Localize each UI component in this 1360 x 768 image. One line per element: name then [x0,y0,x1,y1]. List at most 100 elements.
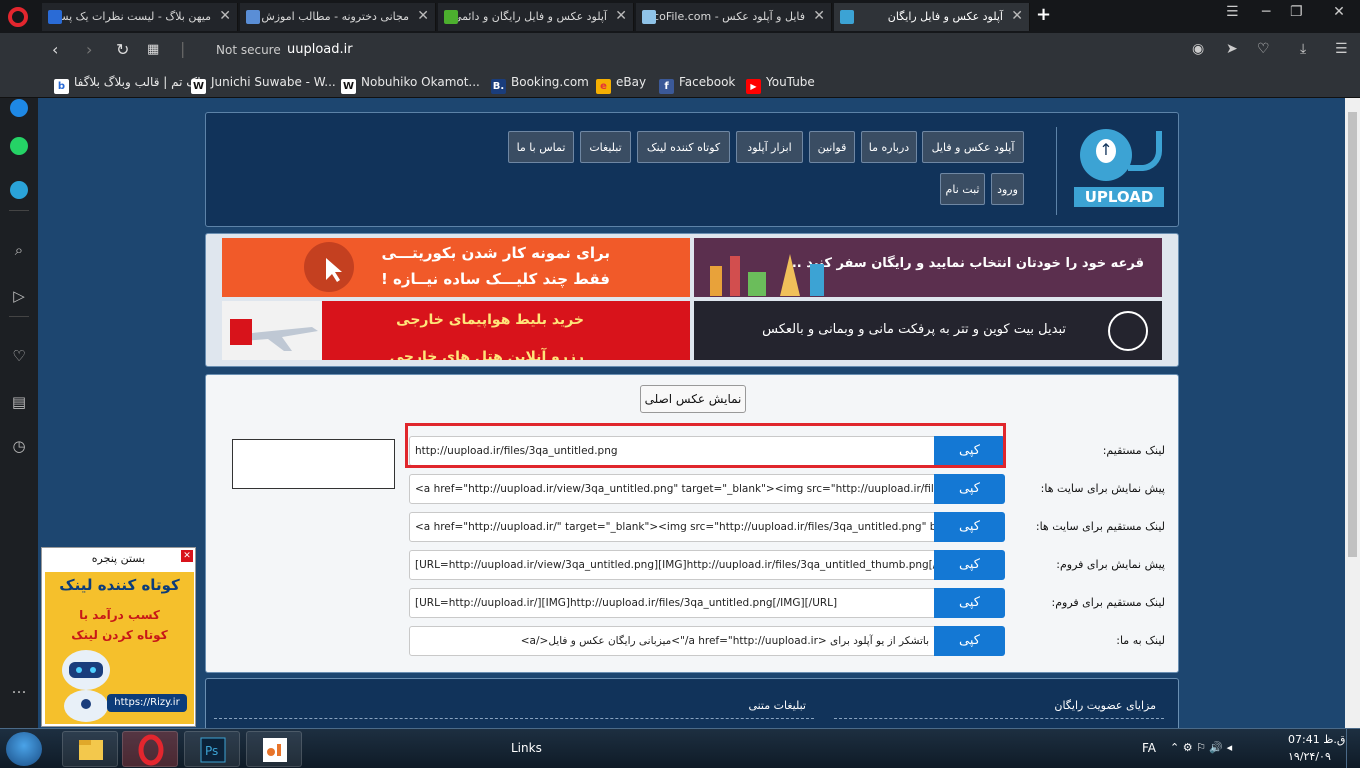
site-preview-field[interactable]: <a href="http://uupload.ir/view/3qa_unti… [409,474,935,504]
forum-direct-field[interactable]: [URL=http://uupload.ir/][IMG]http://uupl… [409,588,935,618]
tab-favicon-icon [840,10,854,24]
clock-date[interactable]: ۱۹/۲۴/۰۹ [1288,750,1331,763]
tray-icons[interactable]: ⌃ ⚙ ⚐ 🔊 ◂ [1170,741,1232,754]
bookmark-blacktheme[interactable]: b بلک تم | قالب وبلاگ بلاگفا [54,75,204,94]
register-button[interactable]: ثبت نام [940,173,985,205]
ad-travel-lottery[interactable]: قرعه خود را خودتان انتخاب نمایید و رایگا… [694,238,1162,297]
tab-5-active[interactable]: آپلود عکس و فایل رایگان ✕ [834,3,1030,31]
whatsapp-icon[interactable] [9,136,29,156]
forum-preview-field[interactable]: [URL=http://uupload.ir/view/3qa_untitled… [409,550,935,580]
site-logo[interactable]: UPLOAD [1074,125,1166,213]
search-icon[interactable]: ⌕ [9,240,29,260]
ad-bitcoin-exchange[interactable]: تبدیل بیت کوین و تتر به پرفکت مانی و وبم… [694,301,1162,360]
start-button[interactable] [6,732,42,766]
tab-close-icon[interactable]: ✕ [417,8,429,24]
paint-taskbar-icon[interactable] [246,731,302,767]
bookmark-youtube[interactable]: ▶ YouTube [746,75,815,94]
menu-rules[interactable]: قوانین [809,131,855,163]
close-window-icon[interactable]: ✕ [1322,4,1356,20]
link-to-us-field[interactable]: باتشکر از یو آپلود برای <a href="http://… [409,626,935,656]
copy-forum-direct-button[interactable]: کپی [934,588,1005,618]
rizy-ad[interactable]: کوتاه کننده لینک کسب درآمد با کوتاه کردن… [45,572,194,724]
youtube-icon: ▶ [746,79,761,94]
clock-time[interactable]: 07:41 ق.ظ [1288,733,1345,746]
show-desktop-button[interactable] [1346,729,1360,768]
membership-benefits-heading: مزایای عضویت رایگان [834,693,1164,719]
wikipedia-icon: W [191,79,206,94]
menu-about[interactable]: درباره ما [861,131,917,163]
tab-close-icon[interactable]: ✕ [219,8,231,24]
menu-upload-tools[interactable]: ابزار آپلود [736,131,803,163]
bookmark-booking[interactable]: B. Booking.com [491,75,589,94]
forum-direct-label: لینک مستقیم برای فروم: [1051,596,1165,609]
download-icon[interactable]: ⤓ [1300,41,1306,57]
new-tab-button[interactable]: + [1036,4,1051,25]
tab-3[interactable]: آپلود عکس و فایل رایگان و دائمی ✕ [438,3,634,31]
bottom-panels: مزایای عضویت رایگان تبلیغات متنی [205,678,1179,728]
header-divider [1056,127,1057,215]
copy-link-to-us-button[interactable]: کپی [934,626,1005,656]
heart-icon[interactable]: ♡ [1257,41,1270,57]
send-icon[interactable]: ▷ [9,286,29,306]
text-ads-heading: تبلیغات متنی [214,693,814,719]
close-ad-icon[interactable]: ✕ [181,550,193,562]
login-button[interactable]: ورود [991,173,1024,205]
tab-2[interactable]: مجانی دخترونه - مطالب اموزش ها ✕ [240,3,436,31]
tab-close-icon[interactable]: ✕ [615,8,627,24]
menu-contact[interactable]: تماس با ما [508,131,574,163]
image-thumbnail[interactable] [232,439,395,489]
minimize-icon[interactable]: ─ [1262,4,1270,20]
close-window-label[interactable]: بستن پنجره [42,548,195,570]
bookmark-nobuhiko[interactable]: W Nobuhiko Okamot... [341,75,480,94]
tab-4[interactable]: فایل و آپلود عکس - PicoFile.com ✕ [636,3,832,31]
camera-icon[interactable]: ◉ [1192,41,1204,57]
links-toolbar[interactable]: Links [511,741,542,755]
bookmark-junichi[interactable]: W Junichi Suwabe - W... [191,75,336,94]
language-indicator[interactable]: FA [1142,741,1156,755]
url-field[interactable]: uupload.ir [287,42,353,57]
page-content: UPLOAD آپلود عکس و فایل درباره ما قوانین… [38,98,1345,728]
bookmark-ebay[interactable]: e eBay [596,75,646,94]
copy-site-direct-button[interactable]: کپی [934,512,1005,542]
ad-security-sample[interactable]: برای نمونه کار شدن بکوریتـــی فقط چند کل… [222,238,690,297]
bookmark-facebook[interactable]: f Facebook [659,75,735,94]
menu-ads[interactable]: تبلیغات [580,131,631,163]
tab-1[interactable]: میهن بلاگ - لیست نظرات یک پست ✕ [42,3,238,31]
show-original-button[interactable]: نمایش عکس اصلی [640,385,746,413]
messenger-icon[interactable] [9,98,29,118]
copy-site-preview-button[interactable]: کپی [934,474,1005,504]
opera-taskbar-icon[interactable] [122,731,178,767]
news-icon[interactable]: ▤ [9,392,29,412]
bookmarks-heart-icon[interactable]: ♡ [9,346,29,366]
explorer-taskbar-icon[interactable] [62,731,118,767]
maximize-icon[interactable]: ❐ [1290,4,1303,20]
more-icon[interactable]: … [9,678,29,698]
not-secure-label[interactable]: Not secure [216,43,281,57]
back-icon[interactable]: ‹ [52,40,58,59]
menu-link-shortener[interactable]: کوتاه کننده لینک [637,131,730,163]
photoshop-taskbar-icon[interactable]: Ps [184,731,240,767]
tab-title: آپلود عکس و فایل رایگان [887,10,1003,23]
page-scrollbar[interactable] [1345,98,1360,728]
ad-flight-tickets[interactable]: خرید بلیط هواپیمای خارجی رزرو آنلاین هتل… [222,301,690,360]
speed-dial-icon[interactable]: ▦ [147,42,159,57]
tab-favicon-icon [246,10,260,24]
tab-close-icon[interactable]: ✕ [813,8,825,24]
easy-setup-icon[interactable]: ☰ [1335,41,1348,57]
send-icon[interactable]: ➤ [1226,41,1238,57]
history-icon[interactable]: ◷ [9,436,29,456]
tab-close-icon[interactable]: ✕ [1011,8,1023,24]
menu-upload[interactable]: آپلود عکس و فایل [922,131,1024,163]
reload-icon[interactable]: ↻ [116,40,129,59]
copy-forum-preview-button[interactable]: کپی [934,550,1005,580]
tab-menu-icon[interactable]: ☰ [1226,4,1239,20]
forward-icon[interactable]: › [86,40,92,59]
scroll-thumb[interactable] [1348,112,1357,557]
forum-preview-label: پیش نمایش برای فروم: [1056,558,1165,571]
site-direct-field[interactable]: <a href="http://uupload.ir/" target="_bl… [409,512,935,542]
telegram-icon[interactable] [9,180,29,200]
browser-sidebar: ⌕ ▷ ♡ ▤ ◷ … [0,98,38,728]
upload-result-panel: نمایش عکس اصلی لینک مستقیم: http://uuplo… [205,374,1179,673]
opera-menu-icon[interactable] [8,7,28,27]
blog-icon: b [54,79,69,94]
